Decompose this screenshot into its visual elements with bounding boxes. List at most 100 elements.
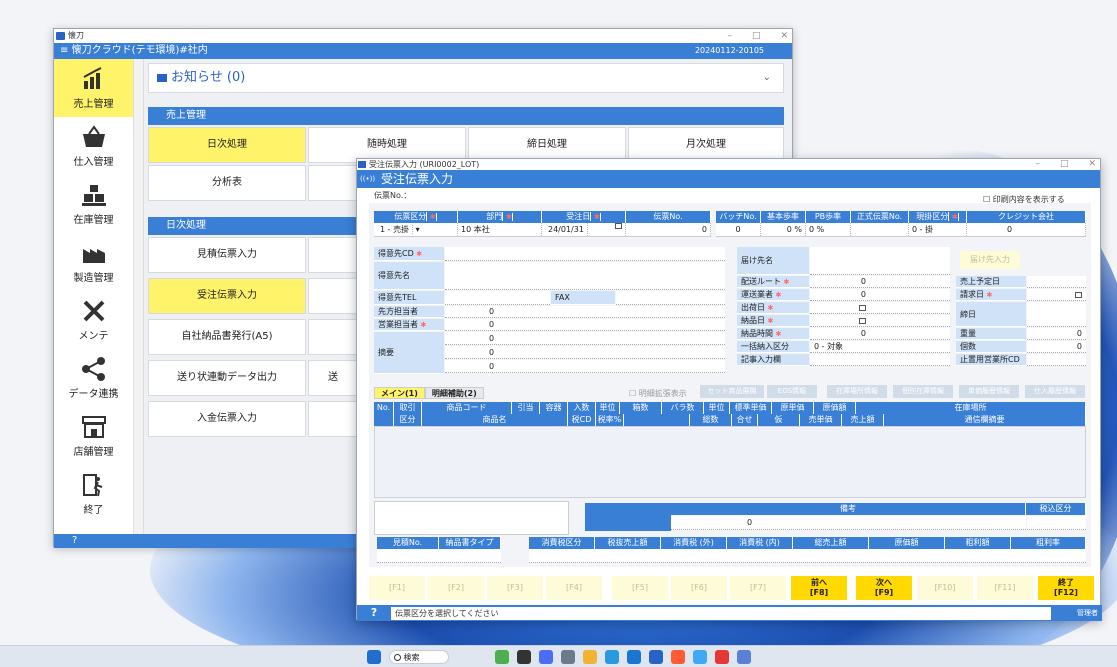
purchase-history-button[interactable]: 仕入履歴情報 — [1025, 385, 1085, 398]
weight-field[interactable]: 0 — [1027, 328, 1086, 340]
hold-office-field[interactable] — [1027, 354, 1086, 366]
tab-detail-aux[interactable]: 明細補助(2) — [424, 387, 484, 399]
slip-no-field[interactable]: 0 — [626, 223, 711, 236]
taskbar-search[interactable]: 検索 — [388, 649, 449, 664]
maximize-icon[interactable]: □ — [752, 29, 761, 43]
app-icon[interactable] — [560, 649, 575, 664]
prev-f8-button[interactable]: 前へ [F8] — [791, 576, 847, 600]
estimate-fields[interactable] — [377, 549, 501, 563]
help-icon[interactable]: ? — [72, 535, 77, 546]
billing-date-field[interactable] — [1027, 289, 1086, 301]
minimize-icon[interactable]: – — [727, 29, 732, 43]
app-icon[interactable] — [494, 649, 509, 664]
nav-item-sales[interactable]: 売上管理 — [54, 59, 133, 117]
sales-plan-date-field[interactable] — [1027, 276, 1086, 288]
fax-field[interactable] — [616, 291, 725, 305]
menu-blank[interactable] — [308, 401, 358, 437]
memo-field-1[interactable]: 0 — [445, 332, 725, 345]
menu-blank[interactable] — [308, 165, 358, 201]
individual-stock-button[interactable]: 個別在庫情報 — [893, 385, 953, 398]
f1-button[interactable]: [F1] — [369, 576, 425, 600]
slip-type-select[interactable]: 1 - 売掛 ▾ — [374, 223, 458, 236]
detail-grid-body[interactable] — [374, 426, 1086, 498]
menu-payment[interactable]: 入金伝票入力 — [148, 401, 306, 437]
delivery-date-field[interactable] — [810, 315, 950, 327]
f11-button[interactable]: [F11] — [977, 576, 1033, 600]
memo-field-2[interactable]: 0 — [445, 346, 725, 359]
tax-in-field[interactable] — [1027, 516, 1086, 530]
app-icon[interactable] — [714, 649, 729, 664]
menu-shipping-data[interactable]: 送り状連動データ出力 — [148, 360, 306, 396]
f3-button[interactable]: [F3] — [487, 576, 543, 600]
cash-credit-select[interactable]: 0 - 掛 — [909, 223, 967, 236]
nav-item-manufacturing[interactable]: 製造管理 — [54, 233, 133, 291]
f6-button[interactable]: [F6] — [671, 576, 727, 600]
nav-item-inventory[interactable]: 在庫管理 — [54, 175, 133, 233]
stock-location-button[interactable]: 在庫場所情報 — [827, 385, 887, 398]
menu-icon[interactable]: ≡ — [60, 45, 68, 56]
close-icon[interactable]: ✕ — [780, 29, 788, 43]
menu-order-entry[interactable]: 受注伝票入力 — [148, 278, 306, 314]
f7-button[interactable]: [F7] — [730, 576, 786, 600]
app-icon[interactable] — [538, 649, 553, 664]
credit-company-field[interactable]: 0 — [967, 223, 1086, 236]
tab-main[interactable]: メイン(1) — [374, 387, 425, 399]
help-icon[interactable]: ? — [357, 605, 391, 621]
f5-button[interactable]: [F5] — [612, 576, 668, 600]
nav-scrollbar[interactable] — [134, 59, 144, 535]
set-expand-button[interactable]: セット商品展開 — [700, 385, 764, 398]
app-icon[interactable] — [516, 649, 531, 664]
nav-item-maintenance[interactable]: メンテ — [54, 291, 133, 349]
folder-icon[interactable] — [582, 649, 597, 664]
customer-cd-field[interactable] — [445, 247, 725, 261]
pb-rate-field[interactable]: 0 % — [806, 223, 851, 236]
note-textarea[interactable] — [374, 501, 569, 535]
menu-estimate[interactable]: 見積伝票入力 — [148, 237, 306, 273]
dept-field[interactable]: 10 本社 — [458, 223, 542, 236]
nav-item-store[interactable]: 店舗管理 — [54, 407, 133, 465]
app-icon[interactable] — [670, 649, 685, 664]
menu-delivery-slip[interactable]: 自社納品書発行(A5) — [148, 319, 306, 355]
calendar-icon[interactable] — [859, 317, 866, 324]
delivery-input-button[interactable]: 届け先入力 — [960, 251, 1020, 269]
calendar-icon[interactable] — [615, 223, 622, 229]
official-slip-field[interactable] — [851, 223, 909, 236]
menu-daily[interactable]: 日次処理 — [148, 127, 306, 163]
count-field[interactable]: 0 — [1027, 341, 1086, 353]
calendar-icon[interactable] — [859, 304, 866, 311]
menu-analysis[interactable]: 分析表 — [148, 165, 306, 201]
eos-info-button[interactable]: EOS情報 — [767, 385, 817, 398]
windows-start-icon[interactable] — [366, 649, 381, 664]
memo-field-3[interactable]: 0 — [445, 360, 725, 373]
ship-date-field[interactable] — [810, 302, 950, 314]
f4-button[interactable]: [F4] — [546, 576, 602, 600]
browser-icon[interactable] — [604, 649, 619, 664]
close-icon[interactable]: ✕ — [1088, 159, 1096, 170]
calendar-icon[interactable] — [1075, 291, 1082, 298]
minimize-icon[interactable]: – — [1035, 159, 1040, 170]
app-icon[interactable] — [626, 649, 641, 664]
delivery-name-field[interactable] — [810, 247, 950, 275]
customer-tel-field[interactable] — [445, 291, 550, 305]
expand-checkbox[interactable]: ☐ 明細拡張表示 — [629, 388, 687, 399]
closing-date-field[interactable] — [1027, 302, 1086, 327]
order-date-field[interactable]: 24/01/31 — [542, 223, 626, 236]
maximize-icon[interactable]: □ — [1060, 159, 1069, 170]
nav-item-data-link[interactable]: データ連携 — [54, 349, 133, 407]
article-field[interactable] — [810, 354, 950, 366]
app-icon[interactable] — [692, 649, 707, 664]
nav-item-exit[interactable]: 終了 — [54, 465, 133, 523]
carrier-field[interactable]: 0 — [810, 289, 950, 301]
batch-no-field[interactable]: 0 — [716, 223, 761, 236]
nav-item-purchase[interactable]: 仕入管理 — [54, 117, 133, 175]
remarks-field[interactable]: 0 — [671, 516, 1026, 530]
menu-blank[interactable] — [308, 319, 358, 355]
base-rate-field[interactable]: 0 % — [761, 223, 806, 236]
delivery-time-field[interactable]: 0 — [810, 328, 950, 340]
route-field[interactable]: 0 — [810, 276, 950, 288]
menu-partial[interactable]: 送 — [308, 360, 358, 396]
price-history-button[interactable]: 単価履歴情報 — [959, 385, 1019, 398]
sales-rep-field[interactable]: 0 — [445, 319, 725, 331]
notice-panel[interactable]: お知らせ (0) ⌄ — [148, 63, 784, 93]
f10-button[interactable]: [F10] — [917, 576, 973, 600]
